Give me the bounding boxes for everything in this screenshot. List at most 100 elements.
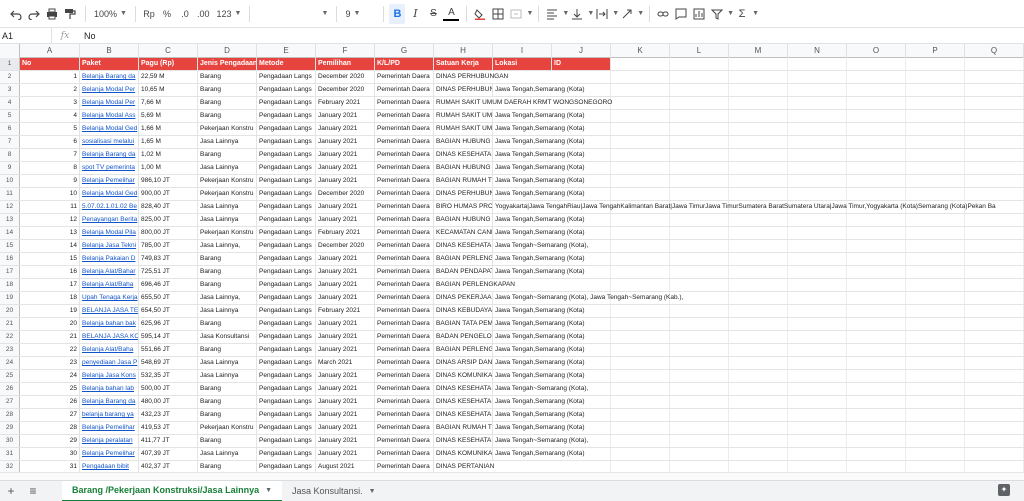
cell-lokasi[interactable]: Jawa Tengah,Semarang (Kota) xyxy=(493,162,1024,174)
cell-pemilihan[interactable]: March 2021 xyxy=(316,357,375,369)
cell-satuan[interactable]: DINAS ARSIP DAN xyxy=(434,357,493,369)
cell-jenis[interactable]: Barang xyxy=(198,344,257,356)
cell-metode[interactable]: Pengadaan Langs xyxy=(257,383,316,395)
cell-jenis[interactable]: Jasa Lainnya xyxy=(198,214,257,226)
cell-no[interactable]: 4 xyxy=(20,110,80,122)
cell-pemilihan[interactable]: January 2021 xyxy=(316,435,375,447)
cell-pemilihan[interactable]: January 2021 xyxy=(316,214,375,226)
cell-no[interactable]: 31 xyxy=(20,461,80,472)
cell-jenis[interactable]: Jasa Lainnya, xyxy=(198,292,257,304)
cell-lokasi[interactable]: Jawa Tengah,Semarang (Kota) xyxy=(493,84,1024,96)
cell-metode[interactable]: Pengadaan Langs xyxy=(257,188,316,200)
cell-satuan[interactable]: BAGIAN RUMAH T xyxy=(434,175,493,187)
cell-metode[interactable]: Pengadaan Langs xyxy=(257,435,316,447)
row-number[interactable]: 11 xyxy=(0,188,20,200)
cell-satuan[interactable]: KECAMATAN CANE xyxy=(434,227,493,239)
cell-metode[interactable]: Pengadaan Langs xyxy=(257,214,316,226)
header-cell-jenis[interactable]: Jenis Pengadaan xyxy=(198,58,257,70)
cell-pagu[interactable]: 900,00 JT xyxy=(139,188,198,200)
cell-satuan[interactable]: BADAN PENGELOL xyxy=(434,331,493,343)
row-number[interactable]: 24 xyxy=(0,357,20,369)
cell-metode[interactable]: Pengadaan Langs xyxy=(257,318,316,330)
cell-lokasi[interactable]: Jawa Tengah,Semarang (Kota) xyxy=(493,188,1024,200)
cell-metode[interactable]: Pengadaan Langs xyxy=(257,136,316,148)
column-header-e[interactable]: E xyxy=(257,44,316,58)
cell-no[interactable]: 8 xyxy=(20,162,80,174)
cell-jenis[interactable]: Barang xyxy=(198,97,257,109)
cell-lokasi[interactable]: Jawa Tengah,Semarang (Kota) xyxy=(493,136,1024,148)
vertical-align-icon[interactable] xyxy=(569,4,585,24)
cell-no[interactable]: 23 xyxy=(20,357,80,369)
row-number[interactable]: 21 xyxy=(0,318,20,330)
cell-satuan[interactable]: DINAS PERHUBUN xyxy=(434,188,493,200)
cell-satuan[interactable]: BAGIAN HUBUNG xyxy=(434,214,493,226)
cell-jenis[interactable]: Jasa Lainnya, xyxy=(198,240,257,252)
cell-satuan[interactable]: BAGIAN PERLENG xyxy=(434,253,493,265)
cell-pagu[interactable]: 532,35 JT xyxy=(139,370,198,382)
cell-no[interactable]: 15 xyxy=(20,253,80,265)
cell-no[interactable]: 24 xyxy=(20,370,80,382)
cell-metode[interactable]: Pengadaan Langs xyxy=(257,201,316,213)
cell-paket-link[interactable]: Belanja bahan lab xyxy=(80,383,139,395)
cell-paket-link[interactable]: Belanja Barang da xyxy=(80,149,139,161)
cell-satuan[interactable]: BAGIAN PERLENG xyxy=(434,344,493,356)
cell-no[interactable]: 3 xyxy=(20,97,80,109)
cell-no[interactable]: 18 xyxy=(20,292,80,304)
column-header-a[interactable]: A xyxy=(20,44,80,58)
cell-pemilihan[interactable]: January 2021 xyxy=(316,409,375,421)
cell-no[interactable]: 26 xyxy=(20,396,80,408)
cell-jenis[interactable]: Pekerjaan Konstru xyxy=(198,123,257,135)
cell-jenis[interactable]: Barang xyxy=(198,396,257,408)
cell-jenis[interactable]: Barang xyxy=(198,318,257,330)
cell-satuan[interactable]: BAGIAN PERLENGKAPAN xyxy=(434,279,1024,291)
row-number[interactable]: 7 xyxy=(0,136,20,148)
cell-metode[interactable]: Pengadaan Langs xyxy=(257,227,316,239)
cell-pemilihan[interactable]: January 2021 xyxy=(316,422,375,434)
italic-button[interactable]: I xyxy=(407,4,423,24)
cell-paket-link[interactable]: Belanja Barang da xyxy=(80,71,139,83)
cell-paket-link[interactable]: BELANJA JASA KON xyxy=(80,331,139,343)
cell-paket-link[interactable]: Upah Tenaga Kerja xyxy=(80,292,139,304)
cell-pemilihan[interactable]: January 2021 xyxy=(316,162,375,174)
cell-klpd[interactable]: Pemerintah Daera xyxy=(375,97,434,109)
cell-no[interactable]: 5 xyxy=(20,123,80,135)
cell-pagu[interactable]: 402,37 JT xyxy=(139,461,198,472)
cell-pemilihan[interactable]: December 2020 xyxy=(316,188,375,200)
cell-paket-link[interactable]: Belanja Modal Ged xyxy=(80,188,139,200)
cell-pemilihan[interactable]: January 2021 xyxy=(316,396,375,408)
column-header-d[interactable]: D xyxy=(198,44,257,58)
cell-jenis[interactable]: Pekerjaan Konstru xyxy=(198,227,257,239)
cell-metode[interactable]: Pengadaan Langs xyxy=(257,331,316,343)
cell-klpd[interactable]: Pemerintah Daera xyxy=(375,396,434,408)
cell-no[interactable]: 9 xyxy=(20,175,80,187)
cell-satuan[interactable]: RUMAH SAKIT UMUM DAERAH KRMT WONGSONEGOR… xyxy=(434,97,1024,109)
cell-paket-link[interactable]: Belanja Alat/Bahar xyxy=(80,266,139,278)
cell-klpd[interactable]: Pemerintah Daera xyxy=(375,149,434,161)
cell-pagu[interactable]: 551,66 JT xyxy=(139,344,198,356)
cell-lokasi[interactable]: Jawa Tengah,Semarang (Kota) xyxy=(493,110,1024,122)
cell-klpd[interactable]: Pemerintah Daera xyxy=(375,175,434,187)
cell-jenis[interactable]: Jasa Lainnya xyxy=(198,201,257,213)
cell-metode[interactable]: Pengadaan Langs xyxy=(257,305,316,317)
cell-klpd[interactable]: Pemerintah Daera xyxy=(375,123,434,135)
cell-pagu[interactable]: 407,39 JT xyxy=(139,448,198,460)
cell-pagu[interactable]: 749,83 JT xyxy=(139,253,198,265)
cell-pagu[interactable]: 10,65 M xyxy=(139,84,198,96)
cell-pemilihan[interactable]: January 2021 xyxy=(316,318,375,330)
cell-pagu[interactable]: 5,69 M xyxy=(139,110,198,122)
horizontal-scrollbar[interactable] xyxy=(0,472,1024,480)
cell-pemilihan[interactable]: January 2021 xyxy=(316,253,375,265)
cell-paket-link[interactable]: belanja barang ya xyxy=(80,409,139,421)
cell-lokasi[interactable]: Jawa Tengah,Semarang (Kota) xyxy=(493,448,1024,460)
cell-no[interactable]: 2 xyxy=(20,84,80,96)
column-header-g[interactable]: G xyxy=(375,44,434,58)
cell-pagu[interactable]: 1,02 M xyxy=(139,149,198,161)
cell-paket-link[interactable]: penyediaan Jasa P xyxy=(80,357,139,369)
column-header-l[interactable]: L xyxy=(670,44,729,58)
cell-pagu[interactable]: 595,14 JT xyxy=(139,331,198,343)
cell-lokasi[interactable]: Jawa Tengah,Semarang (Kota) xyxy=(493,331,1024,343)
cell-no[interactable]: 27 xyxy=(20,409,80,421)
cell-satuan[interactable]: DINAS KESEHATAI xyxy=(434,435,493,447)
row-number[interactable]: 32 xyxy=(0,461,20,472)
cell-pemilihan[interactable]: December 2020 xyxy=(316,84,375,96)
